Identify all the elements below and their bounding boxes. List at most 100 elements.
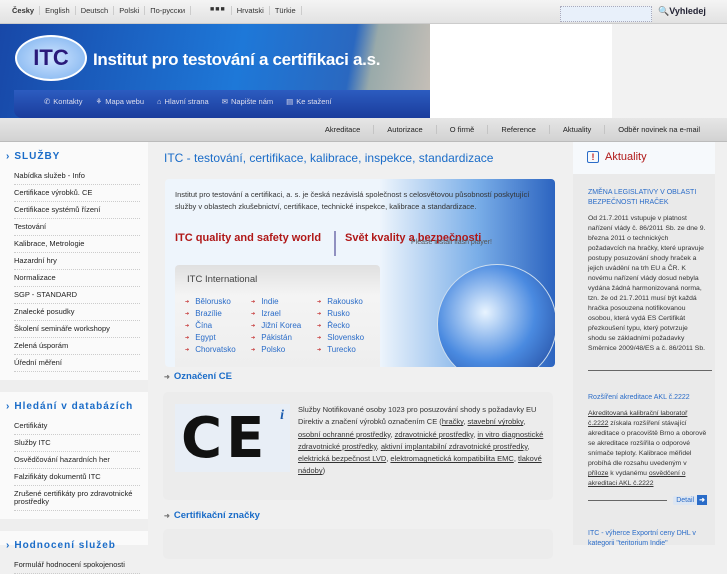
page-title: ITC - testování, certifikace, kalibrace,… [164, 151, 494, 165]
ce-link[interactable]: elektrická bezpečnost LVD [298, 454, 386, 463]
sidebar-item[interactable]: Falzifikáty dokumentů ITC [14, 469, 140, 486]
globe-image [437, 264, 555, 367]
magnifier-icon: 🔍 [658, 6, 670, 16]
nav-autorizace[interactable]: Autorizace [373, 125, 435, 134]
nav-o-firme[interactable]: O firmě [435, 125, 488, 134]
sidebar-item[interactable]: Normalizace [14, 270, 140, 287]
news-link[interactable]: příloze [588, 470, 608, 477]
lang-polski[interactable]: Polski [114, 6, 146, 15]
link-kontakty[interactable]: ✆ Kontakty [44, 97, 82, 106]
sidebar: › SLUŽBY Nabídka služeb - Info Certifikace… [0, 142, 148, 574]
country-link[interactable]: Chorvatsko [185, 345, 251, 354]
sidebar-item[interactable]: Zelená úsporám [14, 338, 140, 355]
country-link[interactable]: Řecko [317, 321, 383, 330]
country-link[interactable]: Jižní Korea [251, 321, 317, 330]
download-icon: ▤ [286, 97, 294, 106]
ce-link[interactable]: hračky [442, 417, 464, 426]
link-hlavni-strana[interactable]: ⌂ Hlavní strana [157, 97, 209, 106]
sidebar-item[interactable]: Certifikace výrobků. CE [14, 185, 140, 202]
nav-aktuality[interactable]: Aktuality [548, 125, 604, 134]
detail-button[interactable]: Detail [673, 495, 698, 505]
sidebar-item[interactable]: Služby ITC [14, 435, 140, 452]
ce-link[interactable]: aktivní implantabilní zdravotnické prost… [381, 442, 528, 451]
lang-russian[interactable]: По-русски [145, 6, 192, 15]
itc-logo[interactable]: ITC [15, 35, 87, 81]
ce-link[interactable]: stavební výrobky [468, 417, 524, 426]
sidebar-item[interactable]: Formulář hodnocení spokojenosti [14, 557, 140, 574]
sidebar-item[interactable]: Hazardní hry [14, 253, 140, 270]
lang-deutsch[interactable]: Deutsch [76, 6, 115, 15]
sidebar-item[interactable]: Úřední měření [14, 355, 140, 372]
ce-link[interactable]: elektromagnetická kompatibilita EMC [390, 454, 513, 463]
link-mapa-webu[interactable]: ⚘ Mapa webu [95, 97, 144, 106]
sidebar-item[interactable]: Certifikace systémů řízení [14, 202, 140, 219]
lang-english[interactable]: English [40, 6, 76, 15]
country-link[interactable]: Egypt [185, 333, 251, 342]
divider [0, 519, 148, 531]
sidebar-item[interactable]: Znalecké posudky [14, 304, 140, 321]
ce-link[interactable]: zdravotnické prostředky [395, 430, 474, 439]
nav-akreditace[interactable]: Akreditace [312, 125, 373, 134]
link-napiste-nam[interactable]: ✉ Napište nám [222, 97, 273, 106]
country-link[interactable]: Pákistán [251, 333, 317, 342]
country-link[interactable]: Čína [185, 321, 251, 330]
country-link[interactable]: Indie [251, 297, 317, 306]
sidebar-item[interactable]: Školení semináře workshopy [14, 321, 140, 338]
ce-text-end: ) [322, 466, 326, 476]
sidebar-item[interactable]: Zrušené certifikáty pro zdravotnické pro… [14, 486, 140, 511]
sidebar-item[interactable]: Nabídka služeb - Info [14, 168, 140, 185]
ce-box: CE i Služby Notifikované osoby 1023 pro p… [163, 392, 553, 500]
sidebar-item[interactable]: Osvědčování hazardních her [14, 452, 140, 469]
chevron-right-icon: › [6, 401, 11, 412]
chevron-right-icon: › [6, 540, 11, 551]
heading-certifikacni-znacky[interactable]: ➜ Certifikační značky [164, 510, 260, 521]
news-title[interactable]: ITC - výherce Exportní ceny DHL v katego… [588, 529, 707, 549]
header-side [612, 24, 727, 118]
lang-chinese-icon[interactable]: ■■■ [205, 6, 232, 15]
arrow-right-icon[interactable]: ➜ [697, 495, 707, 505]
country-link[interactable]: Turecko [317, 345, 383, 354]
sidebar-item[interactable]: SGP - STANDARD [14, 287, 140, 304]
news-title[interactable]: ZMĚNA LEGISLATIVY V OBLASTI BEZPEČNOSTI … [588, 188, 707, 208]
sidebar-item[interactable]: Testování [14, 219, 140, 236]
country-link[interactable]: Polsko [251, 345, 317, 354]
country-list: BěloruskoIndieRakousko BrazílieIzraelRusk… [185, 297, 383, 354]
sidebar-item[interactable]: Certifikáty [14, 418, 140, 435]
arrow-right-icon: ➜ [164, 513, 170, 520]
country-link[interactable]: Izrael [251, 309, 317, 318]
ce-logo-image[interactable]: CE i [175, 404, 290, 472]
search-input[interactable] [560, 6, 652, 22]
arrow-right-icon: ➜ [164, 374, 170, 381]
banner: ITC Institut pro testování a certifikaci… [0, 24, 430, 118]
sidebar-heading-sluzby: › SLUŽBY [6, 151, 61, 162]
nav-odber-novinek[interactable]: Odběr novinek na e-mail [604, 125, 713, 134]
home-icon: ⌂ [157, 97, 162, 106]
heading-oznaceni-ce[interactable]: ➜ Označení CE [164, 371, 232, 382]
aktuality-panel: ! Aktuality ZMĚNA LEGISLATIVY V OBLASTI B… [573, 142, 715, 547]
sidebar-heading-hodnoceni: › Hodnocení služeb [6, 540, 116, 551]
lang-hrvatski[interactable]: Hrvatski [232, 6, 270, 15]
alert-icon: ! [587, 151, 599, 163]
cert-box [163, 529, 553, 559]
intro-banner: Institut pro testování a certifikaci, a.… [165, 179, 555, 367]
detail-row: Detail ➜ [588, 495, 707, 505]
sidebar-item[interactable]: Kalibrace, Metrologie [14, 236, 140, 253]
nav-reference[interactable]: Reference [487, 125, 549, 134]
country-link[interactable]: Brazílie [185, 309, 251, 318]
country-link[interactable]: Rusko [317, 309, 383, 318]
link-ke-stazeni[interactable]: ▤ Ke stažení [286, 97, 332, 106]
divider [0, 380, 148, 392]
search-button[interactable]: 🔍Vyhledej [658, 6, 706, 17]
country-link[interactable]: Slovensko [317, 333, 383, 342]
country-link[interactable]: Rakousko [317, 297, 383, 306]
lang-cesky[interactable]: Česky [8, 6, 41, 15]
main-nav: Akreditace Autorizace O firmě Reference … [0, 118, 727, 142]
slogan-divider [334, 231, 336, 256]
info-icon: i [280, 408, 284, 423]
ce-link[interactable]: osobní ochranné prostředky [298, 430, 390, 439]
slogan-en: ITC quality and safety world [175, 232, 322, 244]
country-link[interactable]: Bělorusko [185, 297, 251, 306]
news-title[interactable]: Rozšíření akreditace AKL č.2222 [588, 393, 707, 403]
lang-turkie[interactable]: Türkie [270, 6, 302, 15]
separator: , [527, 441, 530, 451]
